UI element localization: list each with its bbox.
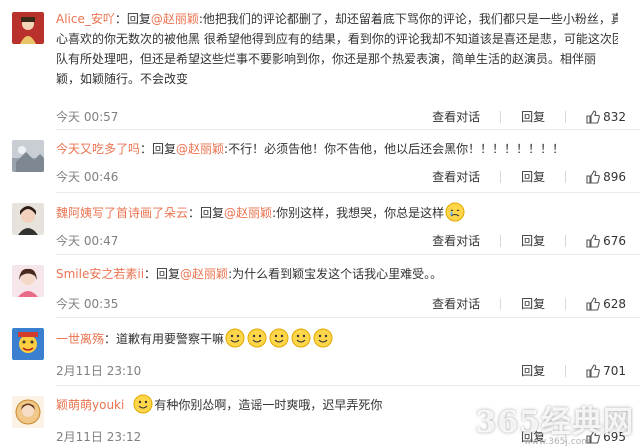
action-separator [565, 111, 567, 123]
action-separator [565, 365, 567, 377]
comment-text-line: 心喜欢的你无数次的被他黑 很希望他得到应有的结果，看到你的评论我却不知道该是喜还… [56, 32, 618, 46]
comment-text-line: 有种你别怂啊，造谣一时爽哦，迟早弄死你 [154, 398, 383, 412]
like-count: 832 [603, 110, 626, 124]
comment-text-line: 队有所处理吧，但还是希望这些烂事不要影响到你，你还是那个热爱表演，简单生活的赵演… [56, 52, 597, 66]
comment-time: 今天 00:46 [56, 170, 119, 184]
action-separator [565, 235, 567, 247]
comment-text-line: :为什么看到颖宝发这个话我心里难受。。 [228, 267, 443, 281]
crying-face-emoji [445, 202, 465, 222]
thumbs-up-icon [586, 170, 600, 184]
action-separator [500, 235, 502, 247]
comment-username[interactable]: Smile安之若素ii [56, 267, 144, 281]
smile-face-emoji [269, 328, 289, 348]
comment-content: 一世离殇：道歉有用要警察干嘛 [56, 326, 618, 352]
smile-face-emoji [225, 328, 245, 348]
reply-link[interactable]: 回复 [521, 362, 545, 380]
comment-text-line: ：道歉有用要警察干嘛 [104, 332, 225, 346]
reply-prefix: ：回复 [188, 206, 225, 220]
comment-text-line: 颖，如颖随行。不会改变 [56, 72, 189, 86]
view-conversation-link[interactable]: 查看对话 [432, 168, 480, 186]
avatar[interactable] [12, 12, 44, 44]
like-count: 628 [603, 297, 626, 311]
comment-item: 今天又吃多了吗：回复@赵丽颖:不行！必须告他！你不告他，他以后还会黑你！！！！！… [0, 130, 640, 193]
thumbs-up-icon [586, 234, 600, 248]
comment-item: 一世离殇：道歉有用要警察干嘛 2月11日 23:10 回复 701 [0, 318, 640, 386]
action-separator [500, 171, 502, 183]
comment-text-line: :你别这样，我想哭，你总是这样 [272, 206, 445, 220]
site-watermark-url: www.365j.com [524, 437, 590, 447]
comment-item: 魏阿姨写了首诗画了朵云：回复@赵丽颖:你别这样，我想哭，你总是这样 今天 00:… [0, 193, 640, 255]
comment-time: 今天 00:57 [56, 110, 119, 124]
smile-face-emoji [291, 328, 311, 348]
action-separator [565, 171, 567, 183]
action-separator [500, 298, 502, 310]
reply-prefix: ：回复 [144, 267, 181, 281]
comment-time: 2月11日 23:12 [56, 430, 142, 444]
comment-content: 魏阿姨写了首诗画了朵云：回复@赵丽颖:你别这样，我想哭，你总是这样 [56, 202, 618, 224]
comment-username[interactable]: 一世离殇 [56, 332, 104, 346]
comment-content: Alice_安吖：回复@赵丽颖:他把我们的评论都删了，却还留着底下骂你的评论，我… [56, 9, 618, 93]
reply-link[interactable]: 回复 [521, 232, 545, 250]
action-separator [565, 298, 567, 310]
like-count: 676 [603, 234, 626, 248]
like-button[interactable]: 701 [586, 362, 626, 380]
comment-username[interactable]: 颖萌萌youki [56, 398, 124, 412]
site-watermark: 365经典网 [475, 405, 634, 440]
smile-face-emoji [133, 394, 153, 414]
mention-link[interactable]: @赵丽颖 [176, 142, 224, 156]
like-count: 701 [603, 364, 626, 378]
mention-link[interactable]: @赵丽颖 [224, 206, 272, 220]
view-conversation-link[interactable]: 查看对话 [432, 108, 480, 126]
action-separator [500, 111, 502, 123]
smile-face-emoji [313, 328, 333, 348]
mention-link[interactable]: @赵丽颖 [151, 12, 199, 26]
view-conversation-link[interactable]: 查看对话 [432, 232, 480, 250]
reply-link[interactable]: 回复 [521, 295, 545, 313]
comment-item: Alice_安吖：回复@赵丽颖:他把我们的评论都删了，却还留着底下骂你的评论，我… [0, 0, 640, 130]
avatar[interactable] [12, 328, 44, 360]
avatar[interactable] [12, 140, 44, 172]
comment-content: 今天又吃多了吗：回复@赵丽颖:不行！必须告他！你不告他，他以后还会黑你！！！！！… [56, 139, 618, 159]
comment-item: Smile安之若素ii：回复@赵丽颖:为什么看到颖宝发这个话我心里难受。。 今天… [0, 255, 640, 318]
view-conversation-link[interactable]: 查看对话 [432, 295, 480, 313]
thumbs-up-icon [586, 364, 600, 378]
comment-username[interactable]: 今天又吃多了吗 [56, 142, 140, 156]
thumbs-up-icon [586, 110, 600, 124]
mention-link[interactable]: @赵丽颖 [180, 267, 228, 281]
comment-content: Smile安之若素ii：回复@赵丽颖:为什么看到颖宝发这个话我心里难受。。 [56, 264, 618, 284]
reply-link[interactable]: 回复 [521, 168, 545, 186]
thumbs-up-icon [586, 297, 600, 311]
smile-face-emoji [247, 328, 267, 348]
avatar[interactable] [12, 203, 44, 235]
comment-text-line: :不行！必须告他！你不告他，他以后还会黑你！！！！！！！！ [224, 142, 565, 156]
comment-time: 2月11日 23:10 [56, 364, 142, 378]
reply-prefix: ：回复 [114, 12, 151, 26]
comment-time: 今天 00:35 [56, 297, 119, 311]
comment-username[interactable]: 魏阿姨写了首诗画了朵云 [56, 206, 188, 220]
avatar[interactable] [12, 396, 44, 428]
comment-text-line: :他把我们的评论都删了，却还留着底下骂你的评论，我们都只是一些小粉丝，真 [198, 12, 618, 26]
reply-prefix: ：回复 [140, 142, 177, 156]
avatar[interactable] [12, 265, 44, 297]
like-count: 896 [603, 170, 626, 184]
comment-time: 今天 00:47 [56, 234, 119, 248]
like-button[interactable]: 896 [586, 168, 626, 186]
like-button[interactable]: 676 [586, 232, 626, 250]
like-button[interactable]: 832 [586, 108, 626, 126]
comment-username[interactable]: Alice_安吖 [56, 12, 115, 26]
reply-link[interactable]: 回复 [521, 108, 545, 126]
like-button[interactable]: 628 [586, 295, 626, 313]
